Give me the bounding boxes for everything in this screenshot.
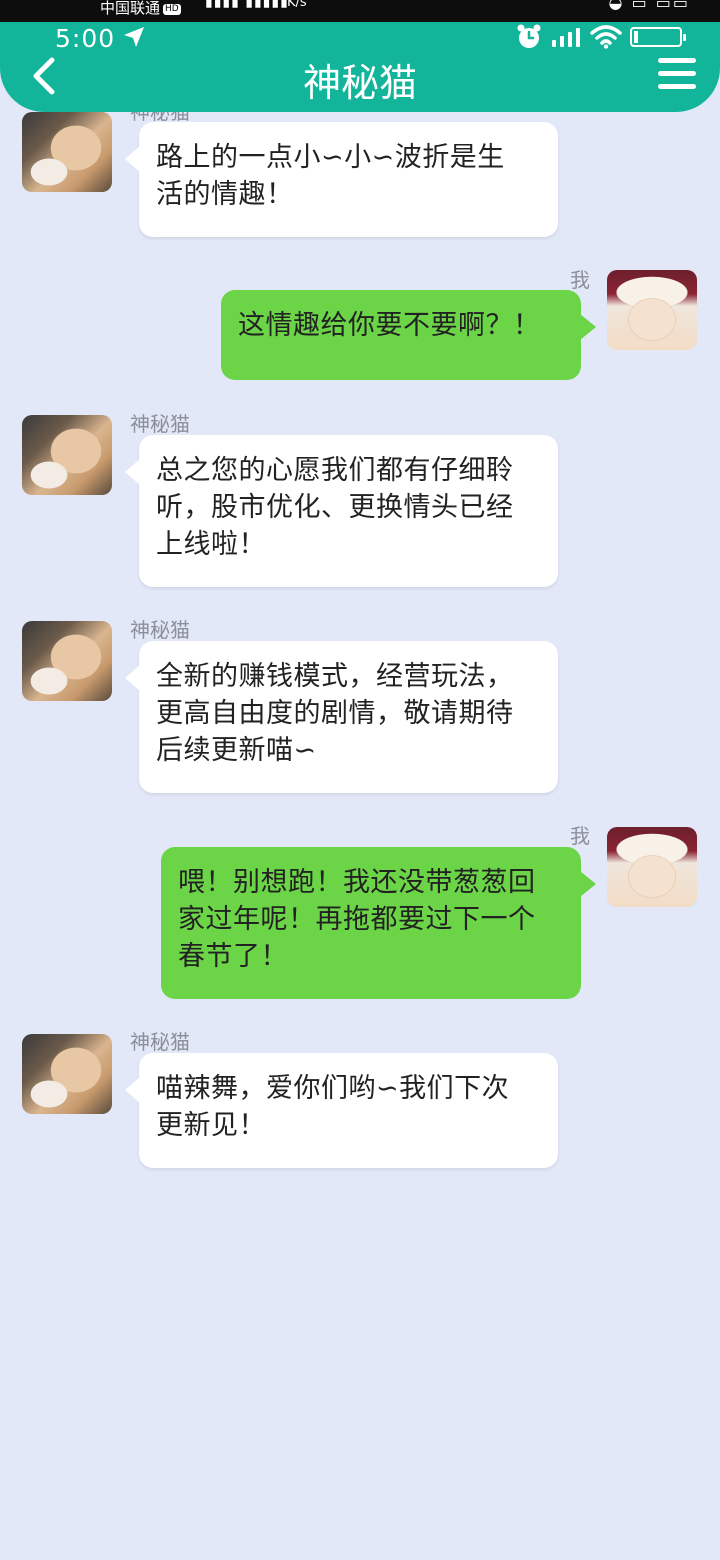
message-line: 喵辣舞，爱你们哟∽我们下次 [156, 1073, 510, 1104]
message-line: 这情趣给你要不要啊？！ [238, 310, 541, 341]
message-line: 后续更新喵∽ [156, 735, 317, 766]
sleepy-cat-avatar[interactable] [22, 415, 112, 495]
message-line: 更新见！ [156, 1110, 266, 1141]
message-line: 总之您的心愿我们都有仔细聆 [156, 455, 514, 486]
incoming-message-bubble[interactable]: 路上的一点小∽小∽波折是生 活的情趣！ [125, 122, 558, 237]
status-icons [516, 24, 686, 50]
message-line: 全新的赚钱模式，经营玩法， [156, 661, 514, 692]
outgoing-message-bubble[interactable]: 这情趣给你要不要啊？！ [221, 290, 596, 380]
sender-name: 神秘猫 [130, 412, 190, 436]
sleepy-cat-avatar[interactable] [22, 112, 112, 192]
message-line: 更高自由度的剧情，敬请期待 [156, 698, 514, 729]
santa-cat-avatar[interactable] [607, 827, 697, 907]
message-line: 春节了！ [178, 941, 288, 972]
alarm-icon [517, 24, 541, 48]
message-line: 家过年呢！再拖都要过下一个 [178, 904, 536, 935]
message-line: 听，股市优化、更换情头已经 [156, 492, 514, 523]
menu-line [658, 58, 696, 63]
sender-name: 我 [570, 824, 590, 848]
incoming-message-bubble[interactable]: 全新的赚钱模式，经营玩法， 更高自由度的剧情，敬请期待 后续更新喵∽ [125, 641, 558, 793]
incoming-message-bubble[interactable]: 总之您的心愿我们都有仔细聆 听，股市优化、更换情头已经 上线啦！ [125, 435, 558, 587]
app-header: 5:00 神秘猫 [0, 22, 720, 112]
message-line: 活的情趣！ [156, 179, 294, 210]
chat-message-list[interactable]: 神秘猫 路上的一点小∽小∽波折是生 活的情趣！ 我 这情趣给你要不要啊？！ 神秘… [0, 0, 720, 1560]
sleepy-cat-avatar[interactable] [22, 1034, 112, 1114]
message-line: 路上的一点小∽小∽波折是生 [156, 142, 505, 173]
outgoing-message-bubble[interactable]: 喂！别想跑！我还没带葱葱回 家过年呢！再拖都要过下一个 春节了！ [161, 847, 596, 999]
menu-line [658, 84, 696, 89]
wifi-icon [590, 25, 622, 49]
battery-icon [630, 27, 686, 47]
santa-cat-avatar[interactable] [607, 270, 697, 350]
chat-title: 神秘猫 [302, 61, 417, 105]
menu-button[interactable] [658, 58, 698, 96]
message-line: 上线啦！ [156, 529, 266, 560]
sleepy-cat-avatar[interactable] [22, 621, 112, 701]
sender-name: 我 [570, 268, 590, 292]
status-time: 5:00 [55, 24, 116, 53]
cellular-signal-icon [552, 28, 580, 47]
sender-name: 神秘猫 [130, 1030, 190, 1054]
location-arrow-icon [124, 27, 144, 47]
incoming-message-bubble[interactable]: 喵辣舞，爱你们哟∽我们下次 更新见！ [125, 1053, 558, 1168]
menu-line [658, 71, 696, 76]
message-line: 喂！别想跑！我还没带葱葱回 [178, 867, 536, 898]
sender-name: 神秘猫 [130, 618, 190, 642]
